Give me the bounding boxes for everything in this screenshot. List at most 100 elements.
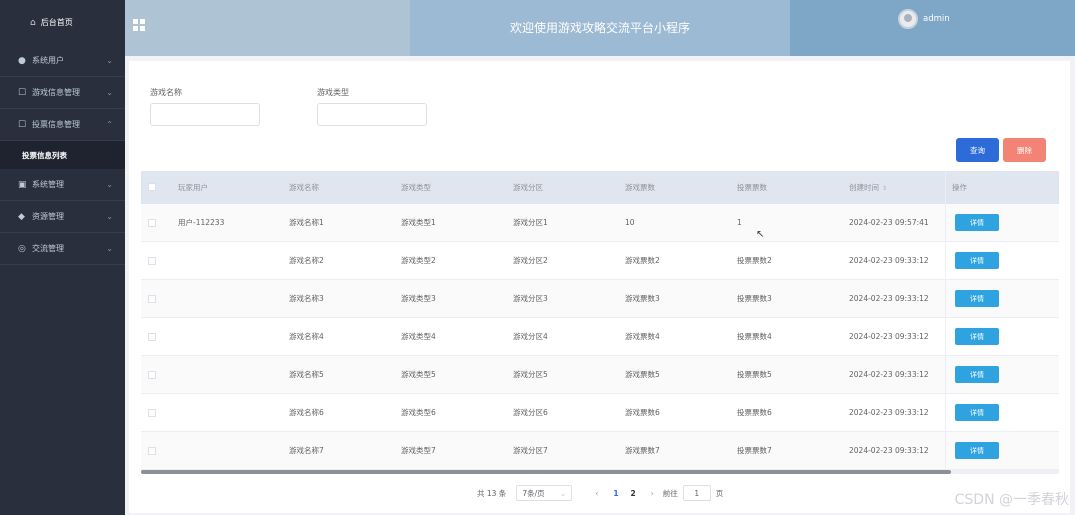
detail-button[interactable]: 详情: [955, 328, 999, 345]
sidebar-item-label: 资源管理: [32, 212, 64, 221]
user-menu[interactable]: admin: [898, 9, 950, 29]
table-cell: 游戏票数4: [625, 332, 660, 341]
sidebar-item-system-users[interactable]: ● 系统用户 ⌄: [0, 45, 125, 77]
column-header: 游戏分区: [513, 183, 543, 192]
goto-page-input[interactable]: 1: [682, 485, 711, 501]
sidebar-subitem-label: 投票信息列表: [22, 150, 67, 160]
table-body: 用户-112233 游戏名称1 游戏类型1 游戏分区1 10 1 2024-02-23 09…: [141, 204, 1059, 470]
table-cell: 游戏票数7: [625, 446, 660, 455]
table-cell: 游戏类型4: [401, 332, 436, 341]
sidebar-item-label: 交流管理: [32, 244, 64, 253]
column-header: 投票票数: [737, 183, 767, 192]
row-checkbox[interactable]: [148, 295, 156, 303]
delete-button[interactable]: 删除: [1003, 138, 1046, 162]
pagination: 共 13 条 7条/页 ⌄ ‹ 1 2 › 前往 1 页: [477, 485, 723, 501]
table-row: 游戏名称4 游戏类型4 游戏分区4 游戏票数4 投票票数4 2024-02-23 09:3…: [141, 318, 1059, 356]
sort-icon[interactable]: ⇕: [882, 185, 887, 192]
game-name-label: 游戏名称: [150, 88, 182, 97]
row-checkbox[interactable]: [148, 333, 156, 341]
sidebar-item-system-admin[interactable]: ▣ 系统管理 ⌄: [0, 169, 125, 201]
edit-icon: ☐: [18, 119, 27, 130]
chevron-down-icon: ⌄: [106, 180, 113, 189]
menu-grid-icon[interactable]: [133, 19, 145, 31]
row-checkbox[interactable]: [148, 257, 156, 265]
page-unit-label: 页: [715, 488, 724, 498]
sidebar-home[interactable]: ⌂ 后台首页: [0, 0, 125, 45]
edit-icon: ☐: [18, 87, 27, 98]
table-cell: 游戏名称1: [289, 218, 324, 227]
row-checkbox[interactable]: [148, 371, 156, 379]
table-row: 游戏名称2 游戏类型2 游戏分区2 游戏票数2 投票票数2 2024-02-23 09:3…: [141, 242, 1059, 280]
game-name-input[interactable]: [150, 103, 260, 126]
chevron-down-icon: ⌄: [106, 244, 113, 253]
chevron-down-icon: ⌄: [106, 212, 113, 221]
table-cell: 2024-02-23 09:33:12: [849, 294, 929, 303]
table-row: 游戏名称5 游戏类型5 游戏分区5 游戏票数5 投票票数5 2024-02-23 09:3…: [141, 356, 1059, 394]
table-cell: 投票票数7: [737, 446, 772, 455]
table-cell: 游戏类型7: [401, 446, 436, 455]
sidebar-item-label: 系统管理: [32, 180, 64, 189]
table-cell: 10: [625, 218, 635, 227]
sidebar-item-communication[interactable]: ◎ 交流管理 ⌄: [0, 233, 125, 265]
page-number[interactable]: 1: [613, 489, 618, 498]
table-cell: 游戏类型6: [401, 408, 436, 417]
column-header: 游戏票数: [625, 183, 655, 192]
sidebar-item-game-info[interactable]: ☐ 游戏信息管理 ⌄: [0, 77, 125, 109]
table-cell: 游戏票数3: [625, 294, 660, 303]
mouse-cursor-icon: ↖: [756, 229, 765, 240]
sidebar-home-label: 后台首页: [40, 18, 73, 27]
image-icon: ▣: [18, 179, 27, 190]
detail-button[interactable]: 详情: [955, 214, 999, 231]
next-page-icon[interactable]: ›: [651, 489, 654, 498]
column-header: 玩家用户: [178, 183, 208, 192]
horizontal-scrollbar[interactable]: [141, 470, 951, 474]
watermark: CSDN @一季春秋: [954, 492, 1069, 508]
table-cell: 游戏分区2: [513, 256, 548, 265]
avatar: [898, 9, 918, 29]
table-cell: 2024-02-23 09:33:12: [849, 332, 929, 341]
sidebar-item-vote-info[interactable]: ☐ 投票信息管理 ⌃: [0, 109, 125, 141]
sidebar-item-label: 系统用户: [32, 56, 64, 65]
chevron-down-icon: ⌄: [560, 488, 567, 498]
sidebar-subitem-vote-list[interactable]: 投票信息列表: [0, 141, 125, 169]
row-checkbox[interactable]: [148, 447, 156, 455]
table-cell: 游戏类型5: [401, 370, 436, 379]
column-header: 操作: [952, 183, 967, 192]
page-size-select[interactable]: 7条/页 ⌄: [516, 485, 573, 501]
table-row: 游戏名称3 游戏类型3 游戏分区3 游戏票数3 投票票数3 2024-02-23 09:3…: [141, 280, 1059, 318]
detail-button[interactable]: 详情: [955, 252, 999, 269]
query-button[interactable]: 查询: [956, 138, 999, 162]
home-icon: ⌂: [30, 17, 36, 28]
total-count: 共 13 条: [477, 488, 507, 498]
main-panel: 游戏名称 游戏类型 查询 删除 玩家用户 游戏名称 游戏类型 游戏分区 游戏票数…: [129, 61, 1070, 513]
game-type-label: 游戏类型: [317, 88, 349, 97]
prev-page-icon[interactable]: ‹: [595, 489, 598, 498]
page-number[interactable]: 2: [631, 489, 636, 498]
table-row: 游戏名称7 游戏类型7 游戏分区7 游戏票数7 投票票数7 2024-02-23 09:3…: [141, 432, 1059, 470]
table-cell: 1: [737, 218, 742, 227]
table-cell: 2024-02-23 09:33:12: [849, 256, 929, 265]
table-header: 玩家用户 游戏名称 游戏类型 游戏分区 游戏票数 投票票数 创建时间 ⇕ 操作: [141, 171, 1059, 204]
goto-label: 前往: [662, 488, 678, 498]
sidebar-item-resources[interactable]: ◆ 资源管理 ⌄: [0, 201, 125, 233]
game-type-input[interactable]: [317, 103, 427, 126]
detail-button[interactable]: 详情: [955, 404, 999, 421]
table-cell: 游戏分区3: [513, 294, 548, 303]
table-cell: 游戏票数2: [625, 256, 660, 265]
table-row: 游戏名称6 游戏类型6 游戏分区6 游戏票数6 投票票数6 2024-02-23 09:3…: [141, 394, 1059, 432]
column-header-created-time[interactable]: 创建时间 ⇕: [849, 182, 887, 193]
chevron-up-icon: ⌃: [106, 120, 113, 129]
detail-button[interactable]: 详情: [955, 290, 999, 307]
location-icon: ◆: [18, 211, 25, 222]
detail-button[interactable]: 详情: [955, 366, 999, 383]
select-all-checkbox[interactable]: [148, 183, 156, 191]
detail-button[interactable]: 详情: [955, 442, 999, 459]
row-checkbox[interactable]: [148, 409, 156, 417]
row-checkbox[interactable]: [148, 219, 156, 227]
chevron-down-icon: ⌄: [106, 56, 113, 65]
table-cell: 游戏类型2: [401, 256, 436, 265]
top-header: 欢迎使用游戏攻略交流平台小程序 admin: [125, 0, 1075, 56]
table-cell: 游戏名称2: [289, 256, 324, 265]
table-cell: 游戏分区6: [513, 408, 548, 417]
table-cell: 用户-112233: [178, 218, 225, 227]
